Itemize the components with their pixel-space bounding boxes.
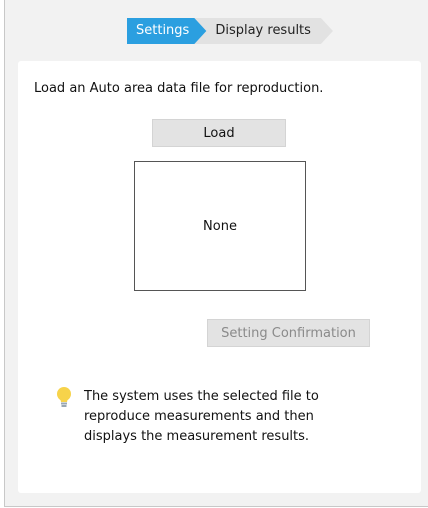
dialog-window: Settings Display results Load an Auto ar… (4, 0, 428, 507)
load-button[interactable]: Load (152, 119, 286, 147)
instruction-text: Load an Auto area data file for reproduc… (34, 81, 324, 96)
file-display-box: None (134, 161, 306, 291)
setting-confirmation-button[interactable]: Setting Confirmation (207, 319, 370, 347)
tip-text: The system uses the selected file to rep… (84, 389, 319, 444)
file-display-value: None (203, 218, 237, 234)
settings-panel: Load an Auto area data file for reproduc… (18, 61, 421, 493)
tip-message: The system uses the selected file to rep… (54, 387, 324, 447)
step-display-results[interactable]: Display results (194, 18, 333, 44)
step-indicator: Settings Display results (127, 18, 333, 44)
step-settings[interactable]: Settings (127, 18, 207, 44)
lightbulb-icon (57, 387, 71, 407)
